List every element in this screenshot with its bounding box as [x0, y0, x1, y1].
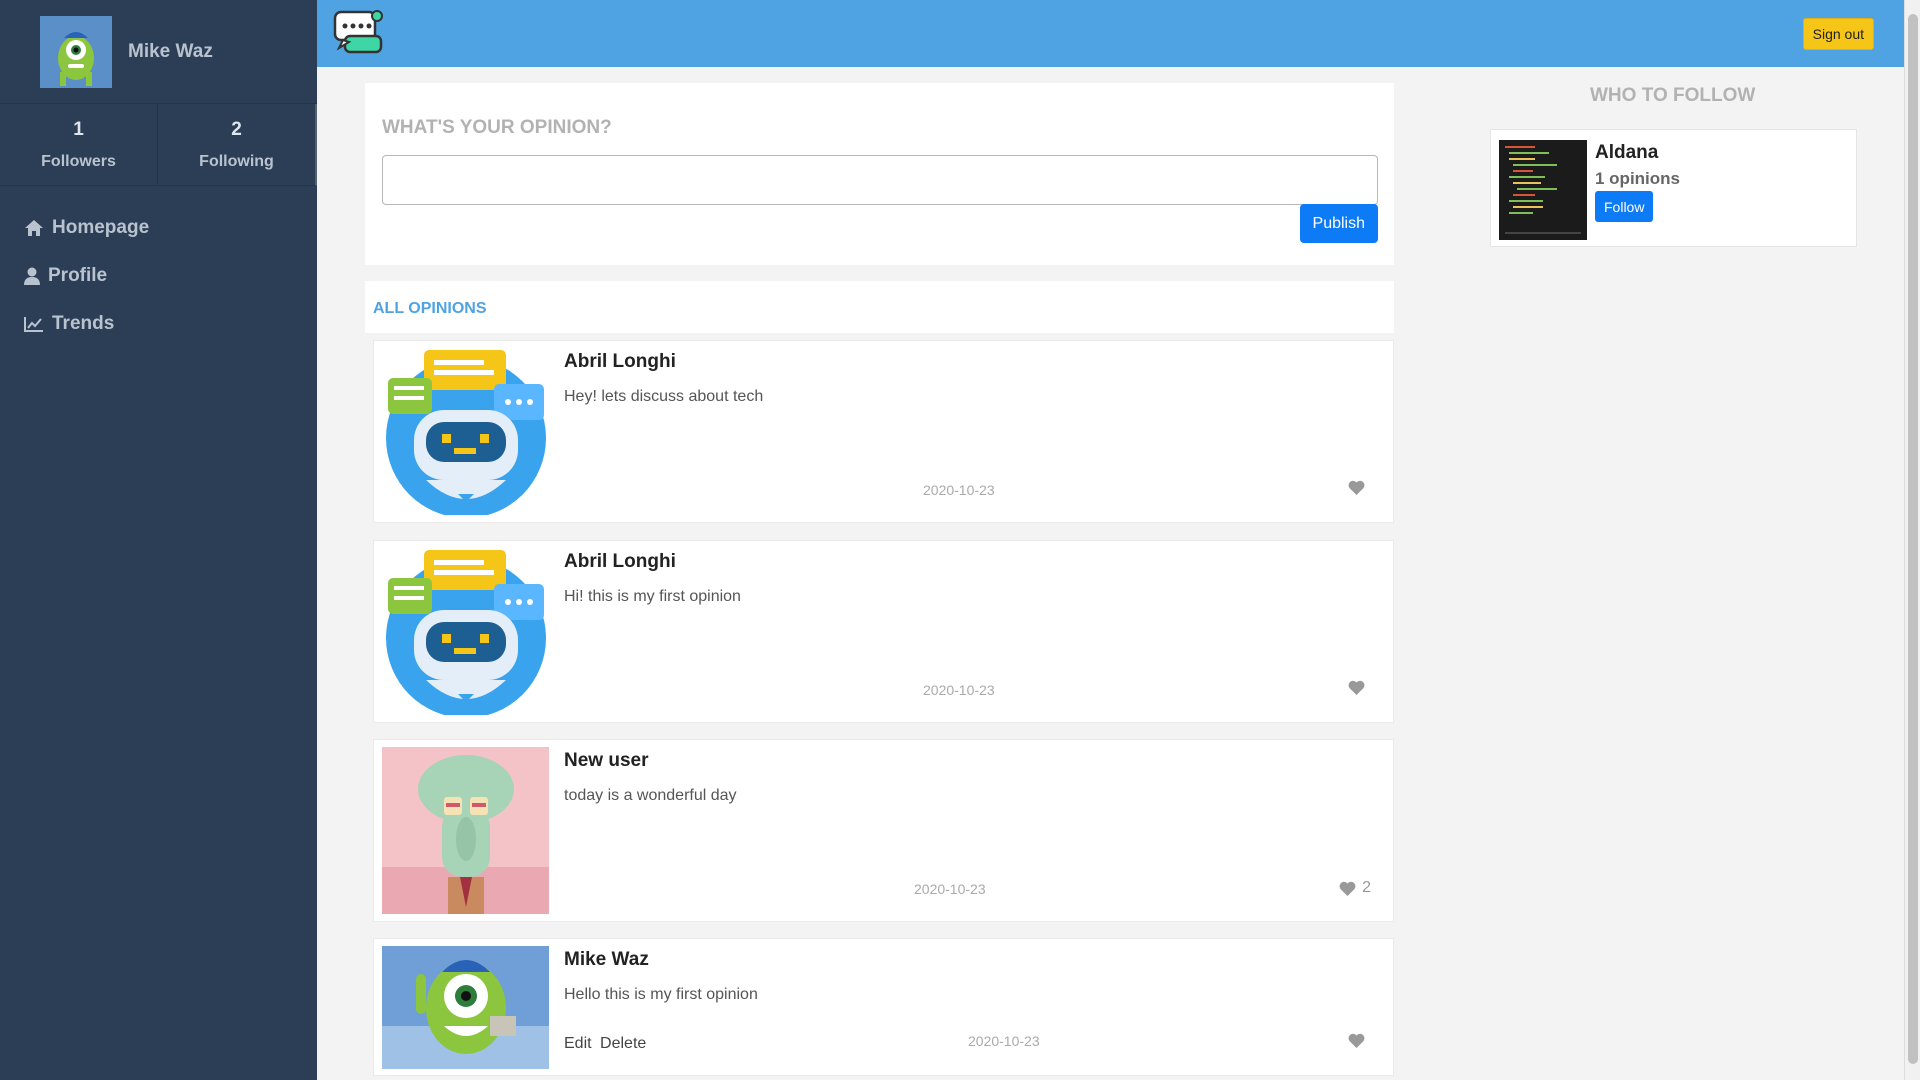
following-label: Following	[199, 152, 274, 170]
suggestion-avatar[interactable]	[1499, 140, 1587, 240]
profile-header: Mike Waz	[0, 0, 317, 104]
page-scrollbar[interactable]	[1904, 0, 1920, 1080]
home-icon	[25, 220, 43, 236]
opinion-text: today is a wonderful day	[564, 787, 737, 804]
opinion-composer: WHAT'S YOUR OPINION? Publish	[365, 83, 1394, 265]
sidebar-item-label: Profile	[48, 265, 108, 286]
user-icon	[24, 267, 40, 285]
follow-stats: 1 Followers 2 Following	[0, 104, 317, 186]
follow-suggestion-card: Aldana 1 opinions Follow	[1490, 129, 1857, 247]
following-stat[interactable]: 2 Following	[158, 104, 317, 186]
author-avatar[interactable]	[382, 548, 549, 715]
opinion-actions: Edit Delete	[564, 1035, 650, 1053]
author-avatar[interactable]	[382, 348, 549, 515]
chart-line-icon	[24, 317, 43, 332]
top-bar: Sign out	[317, 0, 1904, 67]
author-avatar[interactable]	[382, 747, 549, 914]
suggestion-name[interactable]: Aldana	[1595, 142, 1658, 164]
sidebar-item-label: Homepage	[52, 217, 150, 238]
sidebar-item-trends[interactable]: Trends	[0, 300, 317, 348]
like-button[interactable]	[1348, 1033, 1371, 1048]
author-avatar[interactable]	[382, 946, 549, 1069]
sign-out-button[interactable]: Sign out	[1802, 18, 1874, 50]
heart-icon	[1339, 881, 1356, 896]
sidebar-item-profile[interactable]: Profile	[0, 252, 317, 300]
sidebar: Mike Waz 1 Followers 2 Following Homepag…	[0, 0, 317, 1080]
opinion-card: Abril Longhi Hi! this is my first opinio…	[373, 540, 1394, 723]
opinion-author[interactable]: Abril Longhi	[564, 551, 676, 573]
like-button[interactable]	[1348, 480, 1371, 495]
opinion-author[interactable]: Mike Waz	[564, 949, 649, 971]
sidebar-item-homepage[interactable]: Homepage	[0, 204, 317, 252]
profile-name[interactable]: Mike Waz	[128, 41, 213, 63]
opinion-date: 2020-10-23	[923, 682, 995, 698]
chat-logo-icon[interactable]	[331, 8, 387, 60]
suggestion-opinion-count: 1 opinions	[1595, 169, 1680, 188]
opinion-author[interactable]: New user	[564, 750, 648, 772]
followers-label: Followers	[41, 152, 116, 170]
opinion-card: Abril Longhi Hey! lets discuss about tec…	[373, 340, 1394, 523]
opinion-card: Mike Waz Hello this is my first opinion …	[373, 938, 1394, 1076]
who-to-follow-title: WHO TO FOLLOW	[1590, 85, 1756, 106]
delete-link[interactable]: Delete	[600, 1035, 646, 1052]
feed-header: ALL OPINIONS	[365, 281, 1394, 333]
feed-title: ALL OPINIONS	[373, 300, 487, 317]
opinion-date: 2020-10-23	[923, 482, 995, 498]
opinion-card: New user today is a wonderful day 2020-1…	[373, 739, 1394, 922]
like-count: 2	[1362, 879, 1371, 896]
heart-icon	[1348, 480, 1365, 495]
scrollbar-thumb[interactable]	[1908, 14, 1918, 1064]
publish-button[interactable]: Publish	[1299, 204, 1378, 243]
opinion-author[interactable]: Abril Longhi	[564, 351, 676, 373]
like-button[interactable]: 2	[1339, 879, 1371, 897]
like-button[interactable]	[1348, 680, 1371, 695]
sidebar-nav: Homepage Profile Trends	[0, 186, 317, 348]
opinion-date: 2020-10-23	[968, 1033, 1040, 1049]
heart-icon	[1348, 680, 1365, 695]
followers-stat[interactable]: 1 Followers	[0, 104, 158, 186]
opinion-date: 2020-10-23	[914, 881, 986, 897]
edit-link[interactable]: Edit	[564, 1035, 592, 1052]
composer-title: WHAT'S YOUR OPINION?	[382, 117, 612, 138]
following-count: 2	[231, 118, 242, 140]
follow-button[interactable]: Follow	[1595, 191, 1654, 222]
opinion-text: Hi! this is my first opinion	[564, 588, 741, 605]
sidebar-item-label: Trends	[52, 313, 115, 334]
heart-icon	[1348, 1033, 1365, 1048]
followers-count: 1	[73, 118, 84, 140]
opinion-text: Hello this is my first opinion	[564, 986, 758, 1003]
opinion-input[interactable]	[382, 155, 1378, 205]
opinion-text: Hey! lets discuss about tech	[564, 388, 764, 405]
avatar[interactable]	[40, 15, 112, 88]
